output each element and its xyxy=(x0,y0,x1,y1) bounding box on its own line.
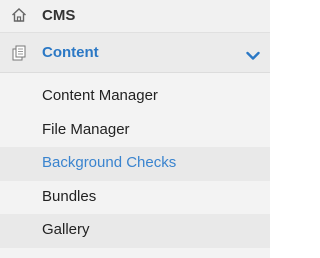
documents-icon xyxy=(11,45,27,61)
submenu-item-label: Bundles xyxy=(42,187,97,205)
submenu-item-label: Background Checks xyxy=(42,154,177,171)
content-section-label: Content xyxy=(42,44,99,61)
submenu-item-label: File Manager xyxy=(42,120,130,138)
cms-label: CMS xyxy=(42,7,76,24)
submenu-item-content-manager[interactable]: Content Manager xyxy=(0,80,270,114)
sidebar-nav: CMS Content Content Manager File Manager xyxy=(0,0,270,258)
chevron-down-icon[interactable] xyxy=(246,48,260,60)
submenu-item-file-manager[interactable]: File Manager xyxy=(0,114,270,148)
content-section-toggle[interactable]: Content xyxy=(0,33,270,73)
home-icon xyxy=(11,7,27,23)
submenu-item-label: Content Manager xyxy=(42,87,158,104)
content-submenu: Content Manager File Manager Background … xyxy=(0,80,270,248)
submenu-item-background-checks[interactable]: Background Checks xyxy=(0,147,270,181)
cms-header[interactable]: CMS xyxy=(0,0,270,33)
submenu-item-gallery[interactable]: Gallery xyxy=(0,214,270,248)
submenu-item-label: Gallery xyxy=(42,221,90,238)
submenu-item-bundles[interactable]: Bundles xyxy=(0,181,270,215)
